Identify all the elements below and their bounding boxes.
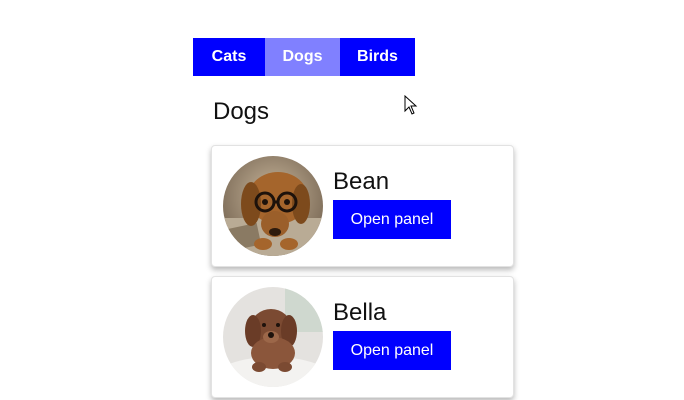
pet-name-bean: Bean [333,168,390,195]
tab-dogs-label: Dogs [282,48,323,65]
pet-card-bella: Bella Open panel [211,276,514,398]
tab-birds[interactable]: Birds [340,38,415,76]
pet-avatar-bella [223,287,323,387]
pet-name-bella: Bella [333,299,387,326]
tab-dogs[interactable]: Dogs [265,38,340,76]
tab-cats-label: Cats [211,48,247,65]
open-panel-button-bean[interactable]: Open panel [333,200,451,239]
section-title: Dogs [213,98,270,125]
pet-tabs: Cats Dogs Birds [193,38,415,76]
mouse-pointer-icon [404,95,418,115]
open-panel-button-bella[interactable]: Open panel [333,331,451,370]
pet-card-bean: Bean Open panel [211,145,514,267]
pet-avatar-bean [223,156,323,256]
tab-birds-label: Birds [357,48,398,65]
tab-cats[interactable]: Cats [193,38,265,76]
page: Cats Dogs Birds Dogs Bean Open panel Bel… [0,0,684,400]
